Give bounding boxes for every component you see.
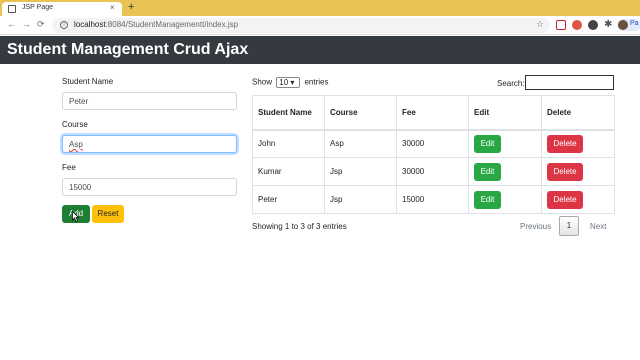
column-header-edit[interactable]: Edit [468,95,542,131]
cell-name: Kumar [252,157,325,186]
info-icon[interactable]: i [60,21,68,29]
cell-course: Asp [324,129,397,158]
course-input[interactable]: Asp [62,135,237,153]
extension-icon[interactable] [572,20,582,30]
cell-fee: 15000 [396,185,469,214]
app-navbar: Student Management Crud Ajax [0,36,640,64]
search-label: Search: [497,79,525,88]
puzzle-extensions-icon[interactable]: ✱ [604,19,614,30]
bookmark-star-icon[interactable]: ☆ [536,19,544,30]
url-text: localhost:8084/StudentManagementt/index.… [74,20,239,29]
delete-button[interactable]: Delete [547,190,583,209]
column-header-course[interactable]: Course [324,95,397,131]
page-icon [8,5,16,13]
cell-name: John [252,129,325,158]
student-name-label: Student Name [62,77,114,86]
new-tab-button[interactable]: + [128,1,134,13]
entries-length-control: Show 10 ▾ entries [252,77,329,88]
entries-select[interactable]: 10 ▾ [276,77,301,88]
forward-arrow-icon[interactable]: → [22,19,31,29]
search-input[interactable] [525,75,614,90]
close-tab-icon[interactable]: × [110,3,115,12]
cell-course: Jsp [324,185,397,214]
edit-button[interactable]: Edit [474,190,501,209]
students-table: Student Name Course Fee Edit Delete John… [252,95,615,214]
table-row: John Asp 30000 Edit Delete [252,129,615,158]
student-name-input[interactable]: Peter [62,92,237,110]
tab-title: JSP Page [22,4,54,11]
extension-icon[interactable] [556,20,566,30]
entries-label: entries [304,77,329,87]
column-header-student-name[interactable]: Student Name [252,95,325,131]
address-bar[interactable]: i localhost:8084/StudentManagementt/inde… [52,18,550,33]
column-header-fee[interactable]: Fee [396,95,469,131]
edit-button[interactable]: Edit [474,134,501,153]
table-info: Showing 1 to 3 of 3 entries [252,222,347,231]
reload-icon[interactable]: ⟳ [37,19,45,30]
cell-fee: 30000 [396,129,469,158]
pagination-page-1[interactable]: 1 [559,216,579,236]
extension-icon[interactable] [588,20,598,30]
cell-course: Jsp [324,157,397,186]
fee-input[interactable]: 15000 [62,178,237,196]
column-header-delete[interactable]: Delete [541,95,615,131]
mouse-cursor-icon [72,211,79,222]
back-arrow-icon[interactable]: ← [7,19,16,29]
pagination-next[interactable]: Next [590,222,606,231]
reset-button[interactable]: Reset [92,205,124,223]
table-row: Peter Jsp 15000 Edit Delete [252,185,615,214]
delete-button[interactable]: Delete [547,162,583,181]
cell-fee: 30000 [396,157,469,186]
delete-button[interactable]: Delete [547,134,583,153]
show-label: Show [252,77,273,87]
fee-label: Fee [62,163,76,172]
page-title: Student Management Crud Ajax [7,41,249,58]
browser-tab-bar: JSP Page × + [0,0,640,16]
avatar [618,20,628,30]
course-label: Course [62,120,88,129]
edit-button[interactable]: Edit [474,162,501,181]
table-header-row: Student Name Course Fee Edit Delete [252,95,615,131]
table-row: Kumar Jsp 30000 Edit Delete [252,157,615,186]
browser-toolbar: ← → ⟳ i localhost:8084/StudentManagement… [0,16,640,35]
profile-button[interactable]: Pa [617,19,640,31]
browser-tab[interactable]: JSP Page × [2,2,122,16]
pagination-previous[interactable]: Previous [520,222,551,231]
profile-label: Pa [630,20,639,27]
cell-name: Peter [252,185,325,214]
